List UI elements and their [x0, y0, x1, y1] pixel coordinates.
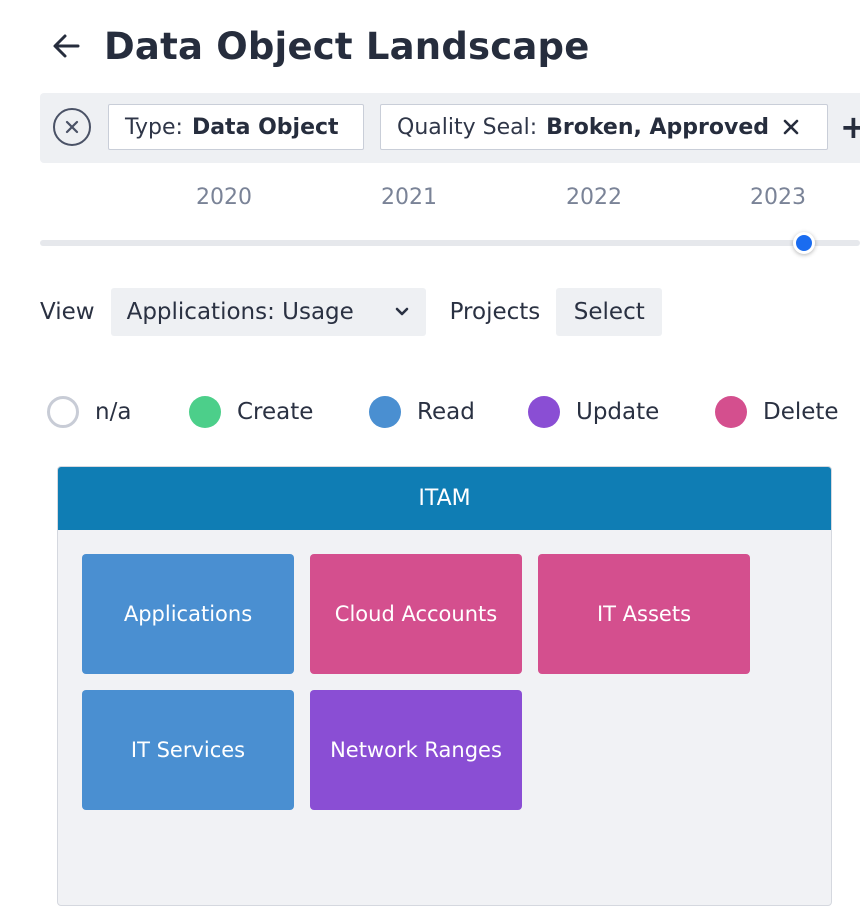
legend-dot: [528, 396, 560, 428]
legend-item-na: n/a: [47, 393, 131, 431]
projects-select-button[interactable]: Select: [556, 288, 663, 336]
clear-filters-icon[interactable]: [53, 108, 91, 146]
tile-it-assets[interactable]: IT Assets: [538, 554, 750, 674]
back-arrow-icon[interactable]: [48, 28, 84, 64]
landscape-panel-itam: ITAM Applications Cloud Accounts IT Asse…: [57, 466, 832, 906]
filter-chip-value: Broken, Approved: [546, 114, 769, 140]
legend-dot: [715, 396, 747, 428]
legend-label: Read: [417, 399, 475, 425]
filter-chip-type[interactable]: Type: Data Object: [108, 104, 364, 150]
legend-item-delete: Delete: [715, 393, 839, 431]
timeline-slider-track[interactable]: [40, 240, 860, 246]
filter-chip-quality-seal[interactable]: Quality Seal: Broken, Approved: [380, 104, 828, 150]
year-label[interactable]: 2023: [750, 185, 806, 210]
remove-filter-icon[interactable]: [783, 119, 799, 135]
legend-label: Update: [576, 399, 660, 425]
legend-item-read: Read: [369, 393, 475, 431]
view-dropdown[interactable]: Applications: Usage: [110, 288, 426, 336]
legend-item-create: Create: [189, 393, 313, 431]
filter-chip-key: Quality Seal:: [397, 114, 538, 140]
timeline-slider-handle[interactable]: [793, 232, 815, 254]
legend-dot: [47, 396, 79, 428]
view-label: View: [40, 299, 95, 325]
filter-bar: Type: Data Object Quality Seal: Broken, …: [40, 93, 860, 163]
legend-item-update: Update: [528, 393, 659, 431]
year-label[interactable]: 2021: [381, 185, 437, 210]
projects-label: Projects: [449, 299, 541, 325]
tile-it-services[interactable]: IT Services: [82, 690, 294, 810]
filter-chip-key: Type:: [125, 114, 183, 140]
legend-label: n/a: [95, 399, 132, 425]
view-dropdown-value: Applications: Usage: [126, 299, 354, 325]
year-label[interactable]: 2020: [196, 185, 252, 210]
legend-label: Delete: [763, 399, 839, 425]
view-controls: View Applications: Usage Projects Select: [40, 288, 663, 336]
legend-dot: [369, 396, 401, 428]
panel-title: ITAM: [58, 467, 831, 530]
filter-chip-value: Data Object: [191, 114, 339, 140]
year-label[interactable]: 2022: [566, 185, 622, 210]
chevron-down-icon: [394, 306, 410, 318]
page-header: Data Object Landscape: [48, 18, 590, 74]
tile-applications[interactable]: Applications: [82, 554, 294, 674]
add-filter-button[interactable]: +: [840, 109, 860, 145]
timeline-years: 2020 2021 2022 2023: [40, 185, 860, 217]
page-title: Data Object Landscape: [104, 24, 590, 68]
legend-dot: [189, 396, 221, 428]
tile-network-ranges[interactable]: Network Ranges: [310, 690, 522, 810]
legend-label: Create: [237, 399, 314, 425]
tile-cloud-accounts[interactable]: Cloud Accounts: [310, 554, 522, 674]
